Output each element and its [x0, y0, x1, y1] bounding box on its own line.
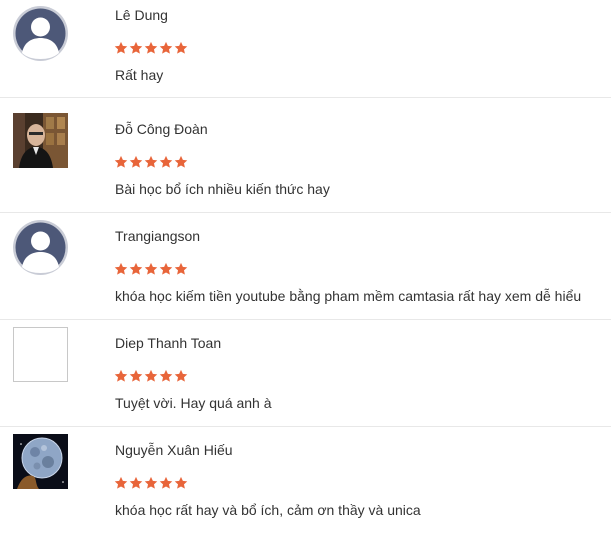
star-icon — [144, 476, 158, 489]
rating-stars — [114, 369, 188, 385]
star-icon — [129, 476, 143, 489]
star-icon — [114, 155, 128, 168]
star-icon — [159, 476, 173, 489]
reviewer-name: Diep Thanh Toan — [115, 335, 222, 351]
star-icon — [129, 369, 143, 382]
star-icon — [174, 262, 188, 275]
star-icon — [129, 262, 143, 275]
review-item: Trangiangson khóa học kiếm tiền youtube … — [0, 213, 611, 320]
star-icon — [144, 369, 158, 382]
star-icon — [174, 476, 188, 489]
star-icon — [114, 41, 128, 54]
star-icon — [129, 155, 143, 168]
star-icon — [144, 41, 158, 54]
review-item: Nguyễn Xuân Hiếu khóa học rất hay và bổ … — [0, 427, 611, 533]
reviewer-name: Đỗ Công Đoàn — [115, 121, 208, 137]
star-icon — [159, 155, 173, 168]
review-comment: Rất hay — [115, 67, 164, 83]
reviewer-name: Trangiangson — [115, 228, 201, 244]
review-item: Diep Thanh Toan Tuyệt vời. Hay quá anh à — [0, 320, 611, 427]
star-icon — [129, 41, 143, 54]
star-icon — [114, 476, 128, 489]
star-icon — [144, 262, 158, 275]
reviewer-name: Lê Dung — [115, 7, 168, 23]
rating-stars — [114, 41, 188, 57]
blank-avatar — [13, 327, 68, 382]
star-icon — [159, 41, 173, 54]
review-list: Lê Dung Rất hay Đỗ Công Đoàn Bài học bổ … — [0, 0, 611, 533]
review-item: Đỗ Công Đoàn Bài học bổ ích nhiều kiến t… — [0, 106, 611, 213]
star-icon — [174, 369, 188, 382]
review-comment: Bài học bổ ích nhiều kiến thức hay — [115, 181, 330, 197]
reviewer-name: Nguyễn Xuân Hiếu — [115, 442, 233, 458]
star-icon — [159, 369, 173, 382]
moon-photo — [13, 434, 68, 489]
review-comment: khóa học rất hay và bổ ích, cảm ơn thầy … — [115, 502, 421, 518]
default-user-icon — [13, 6, 68, 61]
star-icon — [174, 41, 188, 54]
rating-stars — [114, 262, 188, 278]
star-icon — [114, 262, 128, 275]
rating-stars — [114, 476, 188, 492]
review-item: Lê Dung Rất hay — [0, 0, 611, 98]
review-comment: khóa học kiếm tiền youtube bằng pham mềm… — [115, 288, 582, 304]
user-photo — [13, 113, 68, 168]
star-icon — [174, 155, 188, 168]
review-comment: Tuyệt vời. Hay quá anh à — [115, 395, 272, 411]
rating-stars — [114, 155, 188, 171]
star-icon — [114, 369, 128, 382]
default-user-icon — [13, 220, 68, 275]
star-icon — [159, 262, 173, 275]
star-icon — [144, 155, 158, 168]
